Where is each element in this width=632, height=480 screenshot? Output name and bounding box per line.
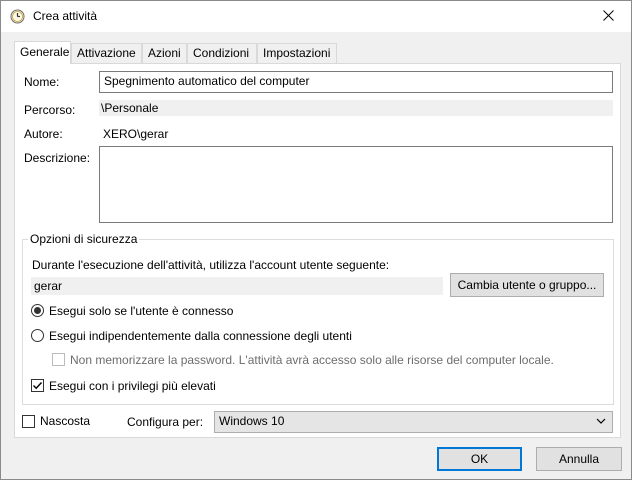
- tab-generale[interactable]: Generale: [14, 41, 71, 64]
- hidden-checkbox[interactable]: [22, 415, 35, 428]
- checkmark-icon: [33, 382, 43, 390]
- run-logged-on-label: Esegui solo se l'utente è connesso: [49, 304, 234, 318]
- cancel-button[interactable]: Annulla: [536, 447, 622, 471]
- tab-impostazioni[interactable]: Impostazioni: [257, 43, 337, 63]
- path-label: Percorso:: [24, 103, 76, 117]
- tab-condizioni[interactable]: Condizioni: [187, 43, 257, 63]
- security-options-title: Opzioni di sicurezza: [28, 232, 140, 246]
- tab-azioni[interactable]: Azioni: [142, 43, 187, 63]
- tab-attivazione[interactable]: Attivazione: [71, 43, 142, 63]
- no-store-password-checkbox[interactable]: [52, 353, 65, 366]
- run-independent-radio[interactable]: [31, 329, 44, 342]
- close-icon: [602, 9, 614, 24]
- highest-privileges-checkbox[interactable]: [31, 379, 44, 392]
- hidden-label: Nascosta: [40, 414, 91, 428]
- run-independent-label: Esegui indipendentemente dalla connessio…: [49, 329, 352, 343]
- dialog-window: Crea attività Generale Attivazione Azion…: [0, 0, 632, 480]
- name-label: Nome:: [24, 75, 60, 89]
- author-value: XERO\gerar: [103, 127, 169, 141]
- title-bar: Crea attività: [1, 1, 631, 32]
- highest-privileges-label: Esegui con i privilegi più elevati: [49, 379, 216, 393]
- configure-for-select[interactable]: Windows 10: [214, 411, 613, 433]
- path-value: \Personale: [99, 100, 613, 116]
- window-title: Crea attività: [33, 9, 98, 23]
- description-label: Descrizione:: [24, 151, 91, 165]
- configure-for-value: Windows 10: [219, 414, 285, 428]
- chevron-down-icon: [596, 414, 606, 428]
- general-panel: Nome: Spegnimento automatico del compute…: [14, 63, 621, 438]
- name-field[interactable]: Spegnimento automatico del computer: [99, 71, 613, 93]
- close-button[interactable]: [585, 1, 631, 32]
- account-value: gerar: [31, 277, 443, 295]
- account-prompt: Durante l'esecuzione dell'attività, util…: [32, 258, 390, 272]
- configure-for-label: Configura per:: [127, 415, 204, 429]
- no-store-password-label: Non memorizzare la password. L'attività …: [70, 353, 554, 367]
- clock-icon: [10, 9, 25, 24]
- change-user-button[interactable]: Cambia utente o gruppo...: [450, 273, 604, 297]
- run-logged-on-radio[interactable]: [31, 304, 44, 317]
- ok-button[interactable]: OK: [437, 447, 522, 471]
- author-label: Autore:: [24, 127, 63, 141]
- description-field[interactable]: [99, 146, 613, 223]
